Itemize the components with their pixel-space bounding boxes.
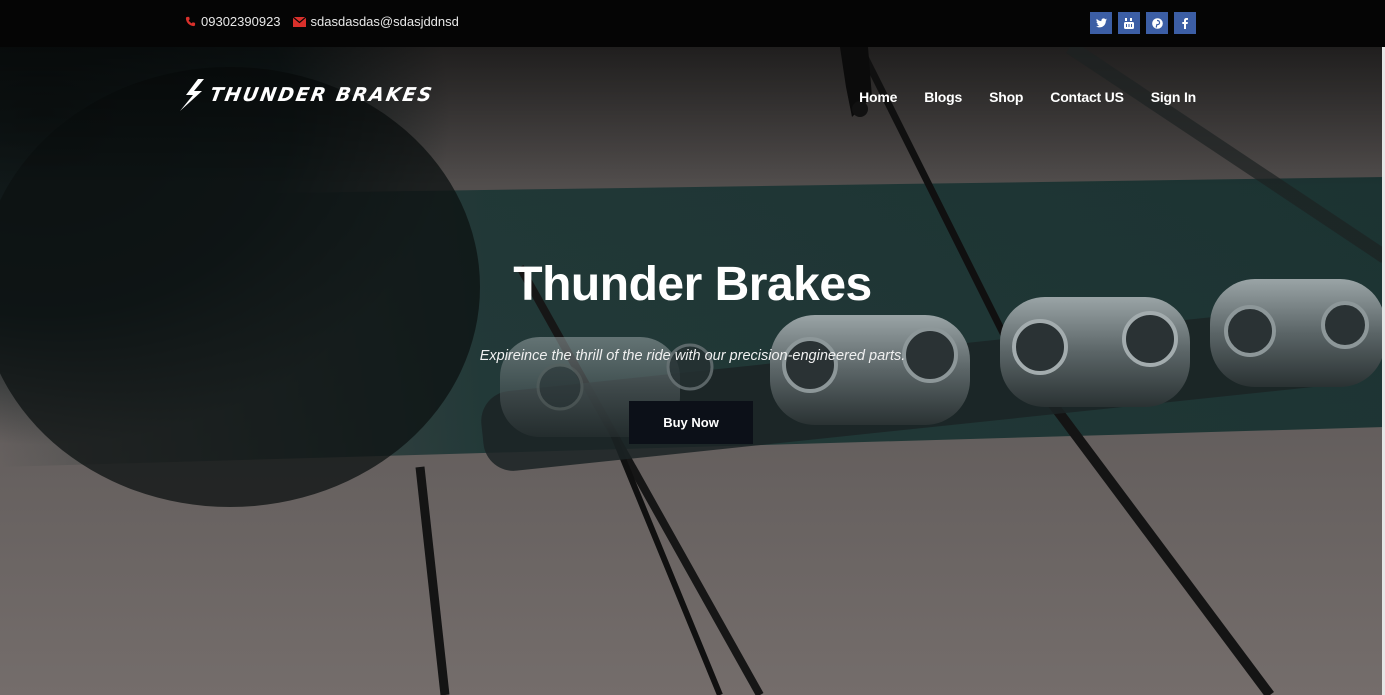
main-nav: Home Blogs Shop Contact US Sign In <box>832 89 1196 105</box>
nav-contact[interactable]: Contact US <box>1050 89 1124 105</box>
nav-shop[interactable]: Shop <box>989 89 1023 105</box>
lightning-bolt-icon <box>180 79 204 111</box>
nav-blogs[interactable]: Blogs <box>924 89 962 105</box>
page: 09302390923 sdasdasdas@sdasjddnsd THUNDE… <box>0 0 1385 695</box>
hero-subtitle: Expireince the thrill of the ride with o… <box>479 348 906 364</box>
phone-number: 09302390923 <box>201 14 281 29</box>
nav-sign-in[interactable]: Sign In <box>1151 89 1196 105</box>
top-bar: 09302390923 sdasdasdas@sdasjddnsd <box>0 0 1385 47</box>
social-links <box>1084 12 1196 34</box>
brand-name: THUNDER BRAKES <box>208 84 436 106</box>
facebook-button[interactable] <box>1174 12 1196 34</box>
nav-home[interactable]: Home <box>859 89 897 105</box>
phone-icon <box>185 16 196 27</box>
envelope-icon <box>292 16 306 27</box>
pinterest-icon <box>1151 17 1163 29</box>
facebook-icon <box>1182 17 1188 29</box>
youtube-icon <box>1124 17 1134 29</box>
twitter-icon <box>1095 18 1107 28</box>
pinterest-button[interactable] <box>1146 12 1168 34</box>
twitter-button[interactable] <box>1090 12 1112 34</box>
email-contact[interactable]: sdasdasdas@sdasjddnsd <box>292 14 459 29</box>
phone-contact[interactable]: 09302390923 <box>185 14 281 29</box>
contact-info: 09302390923 sdasdasdas@sdasjddnsd <box>185 14 471 29</box>
email-address: sdasdasdas@sdasjddnsd <box>310 14 459 29</box>
hero-title: Thunder Brakes <box>513 258 872 311</box>
navbar: THUNDER BRAKES Home Blogs Shop Contact U… <box>0 47 1385 147</box>
youtube-button[interactable] <box>1118 12 1140 34</box>
brand-logo[interactable]: THUNDER BRAKES <box>178 79 436 111</box>
buy-now-button[interactable]: Buy Now <box>629 401 753 444</box>
